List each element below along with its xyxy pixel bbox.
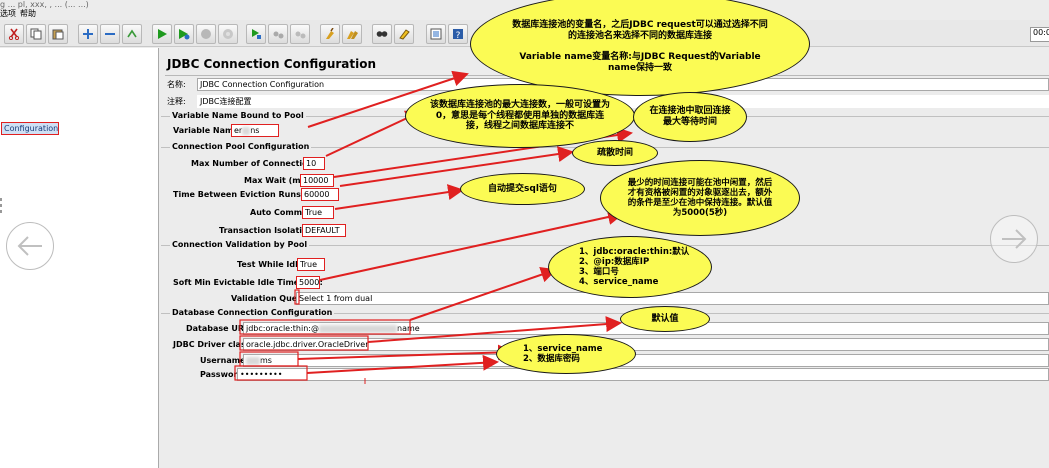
variable-note-text: 数据库连接池的变量名，之后JDBC request可以通过选择不同的连接池名来选… [512,20,768,73]
tree-divider-dot [0,198,2,201]
menu-help[interactable]: 帮助 [20,8,36,19]
soft-min-input[interactable]: 5000 [296,276,320,289]
tree-divider-dot [0,210,2,213]
max-wait-note-bubble: 在连接池中取回连接最大等待时间 [633,92,747,142]
remote-start-icon[interactable] [246,24,266,44]
driver-note-bubble: 默认值 [620,306,710,332]
db-url-prefix: jdbc:oracle:thin:@ [246,324,319,333]
next-slide-button[interactable] [990,215,1038,263]
expand-icon[interactable] [78,24,98,44]
variable-group-title: Variable Name Bound to Pool [170,111,306,120]
clear-icon[interactable] [320,24,340,44]
pool-group-title: Connection Pool Configuration [170,142,312,151]
password-input[interactable]: ••••••••• [237,368,1049,381]
redacted-mark [242,126,251,135]
redacted-mark [246,356,260,365]
softmin-note-bubble: 最少的时间连接可能在池中闲置，然后才有资格被闲置的对象驱逐出去，额外的条件是至少… [600,160,800,236]
driver-label: JDBC Driver class: [173,340,254,349]
driver-input[interactable]: oracle.jdbc.driver.OracleDriver [243,338,1049,351]
url-note-text: 1、jdbc:oracle:thin:默认 2、@ip:数据库IP 3、端口号 … [579,246,690,288]
username-input[interactable]: ms [243,354,1049,367]
panel-title: JDBC Connection Configuration [167,57,377,71]
driver-note-text: 默认值 [651,313,679,324]
max-connections-input[interactable]: 10 [303,157,325,170]
reset-search-icon[interactable] [394,24,414,44]
shutdown-icon[interactable] [218,24,238,44]
validation-group-title: Connection Validation by Pool [170,240,310,249]
max-conn-note-bubble: 该数据库连接池的最大连接数，一般可设置为0，意思是每个线程都使用单独的数据库连接… [405,84,635,148]
paste-icon[interactable] [48,24,68,44]
tree-item-jdbc-config[interactable]: Configuration [1,122,59,135]
url-note-bubble: 1、jdbc:oracle:thin:默认 2、@ip:数据库IP 3、端口号 … [548,236,712,298]
eviction-note-bubble: 疏散时间 [572,140,658,166]
username-value: ms [260,356,272,365]
redacted-mark [319,324,397,333]
search-icon[interactable] [372,24,392,44]
remote-shutdown-icon[interactable] [290,24,310,44]
tree-divider-dot [0,204,2,207]
max-wait-note-text: 在连接池中取回连接最大等待时间 [649,106,731,127]
autocommit-note-bubble: 自动提交sql语句 [460,173,585,205]
toggle-icon[interactable] [122,24,142,44]
arrow-right-icon [1002,229,1027,249]
validation-query-input[interactable]: Select 1 from dual [296,292,1049,305]
comment-label: 注释: [167,97,186,106]
remote-stop-icon[interactable] [268,24,288,44]
name-label: 名称: [167,80,186,89]
username-label: Username: [200,356,249,365]
start-no-pause-icon[interactable] [174,24,194,44]
autocommit-note-text: 自动提交sql语句 [488,183,557,194]
svg-text:?: ? [456,31,461,40]
variable-name-prefix: er [234,126,243,135]
menu-options[interactable]: 选项 [0,8,16,19]
softmin-note-text: 最少的时间连接可能在池中闲置，然后才有资格被闲置的对象驱逐出去，额外的条件是至少… [627,177,773,219]
help-icon[interactable]: ? [448,24,468,44]
credentials-note-bubble: 1、service_name 2、数据库密码 [496,334,636,374]
eviction-note-text: 疏散时间 [596,147,633,158]
test-idle-input[interactable]: True [297,258,325,271]
isolation-input[interactable]: DEFAULT [302,224,346,237]
clear-all-icon[interactable] [342,24,362,44]
elapsed-timer: 00:0 [1030,27,1049,42]
max-wait-input[interactable]: 10000 [300,174,334,187]
stop-icon[interactable] [196,24,216,44]
previous-slide-button[interactable] [6,222,54,270]
max-conn-note-text: 该数据库连接池的最大连接数，一般可设置为0，意思是每个线程都使用单独的数据库连接… [429,100,610,132]
variable-name-input[interactable]: er ns [231,124,279,137]
collapse-icon[interactable] [100,24,120,44]
arrow-left-icon [17,236,42,256]
db-group-title: Database Connection Configuration [170,308,335,317]
jmeter-window: g ... pl, xxx, , ... (... ...) 选项 帮助 ? 0… [0,0,1049,468]
variable-name-suffix: ns [250,126,260,135]
db-url-suffix: name [397,324,420,333]
start-icon[interactable] [152,24,172,44]
eviction-input[interactable]: 60000 [301,188,339,201]
copy-icon[interactable] [26,24,46,44]
cut-icon[interactable] [4,24,24,44]
max-connections-label: Max Number of Connections: [191,159,322,168]
credentials-note-text: 1、service_name 2、数据库密码 [523,343,603,364]
function-helper-icon[interactable] [426,24,446,44]
auto-commit-input[interactable]: True [302,206,334,219]
